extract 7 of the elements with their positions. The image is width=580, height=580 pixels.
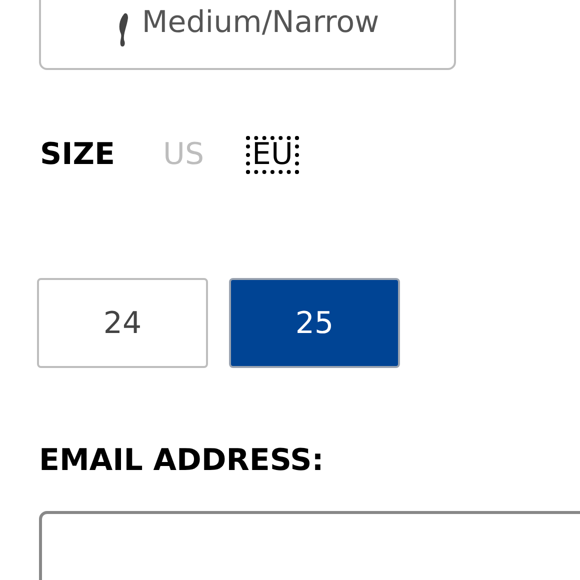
width-option-card[interactable]: Medium/Narrow <box>39 0 456 70</box>
email-label: EMAIL ADDRESS: <box>39 446 325 476</box>
width-option-label: Medium/Narrow <box>142 8 380 38</box>
email-field[interactable] <box>39 511 580 580</box>
size-label: SIZE <box>40 140 116 170</box>
size-option[interactable]: 25 <box>229 278 400 368</box>
size-option[interactable]: 24 <box>37 278 208 368</box>
